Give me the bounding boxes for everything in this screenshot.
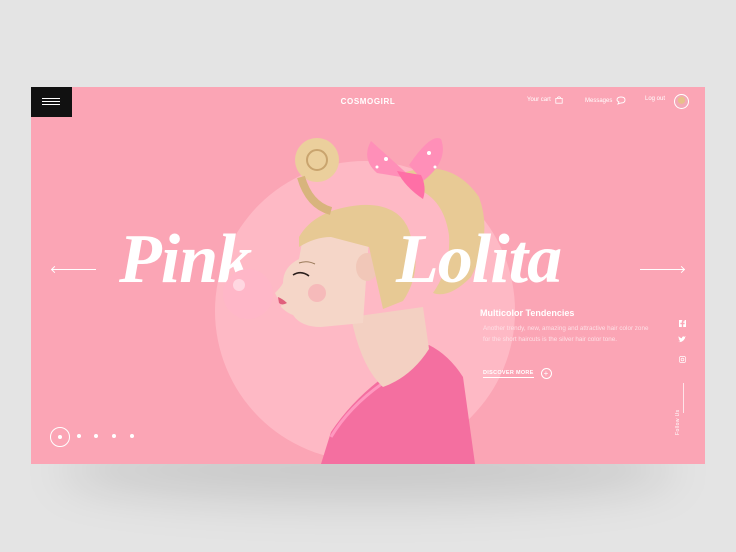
nav-logout[interactable]: Log out [645,96,665,102]
cta-label: DISCOVER MORE [483,369,534,378]
shopping-bag-icon [555,96,563,104]
plus-icon: + [540,368,552,379]
background-circle [215,161,515,461]
subheading: Multicolor Tendencies [480,308,575,318]
hero-card: Pink Lolita COSMOGIRL Your cart Messages… [31,87,705,464]
facebook-icon[interactable] [677,320,687,330]
title-pink: Pink [119,221,252,298]
nav-cart[interactable]: Your cart [527,96,563,104]
twitter-icon[interactable] [677,336,687,346]
follow-us-label[interactable]: Follow Us [675,409,681,435]
prev-arrow[interactable] [52,269,96,270]
pagination-dot[interactable] [112,434,116,438]
nav-logout-label: Log out [645,96,666,102]
nav-messages[interactable]: Messages [585,96,626,105]
description: Another trendy, new, amazing and attract… [483,325,649,343]
nav-cart-label: Your cart [527,97,551,103]
instagram-icon[interactable] [677,356,687,366]
pagination-dot[interactable] [130,434,134,438]
discover-more-button[interactable]: DISCOVER MORE + [483,368,552,379]
nav-messages-label: Messages [585,97,613,104]
next-arrow[interactable] [640,269,684,270]
social-divider [683,383,684,413]
pagination-dot[interactable] [77,434,81,438]
pagination-dot-active[interactable] [50,427,70,447]
chat-bubble-icon [616,96,626,105]
title-lolita: Lolita [396,221,562,298]
avatar[interactable] [674,94,689,109]
pagination-dot[interactable] [94,434,98,438]
